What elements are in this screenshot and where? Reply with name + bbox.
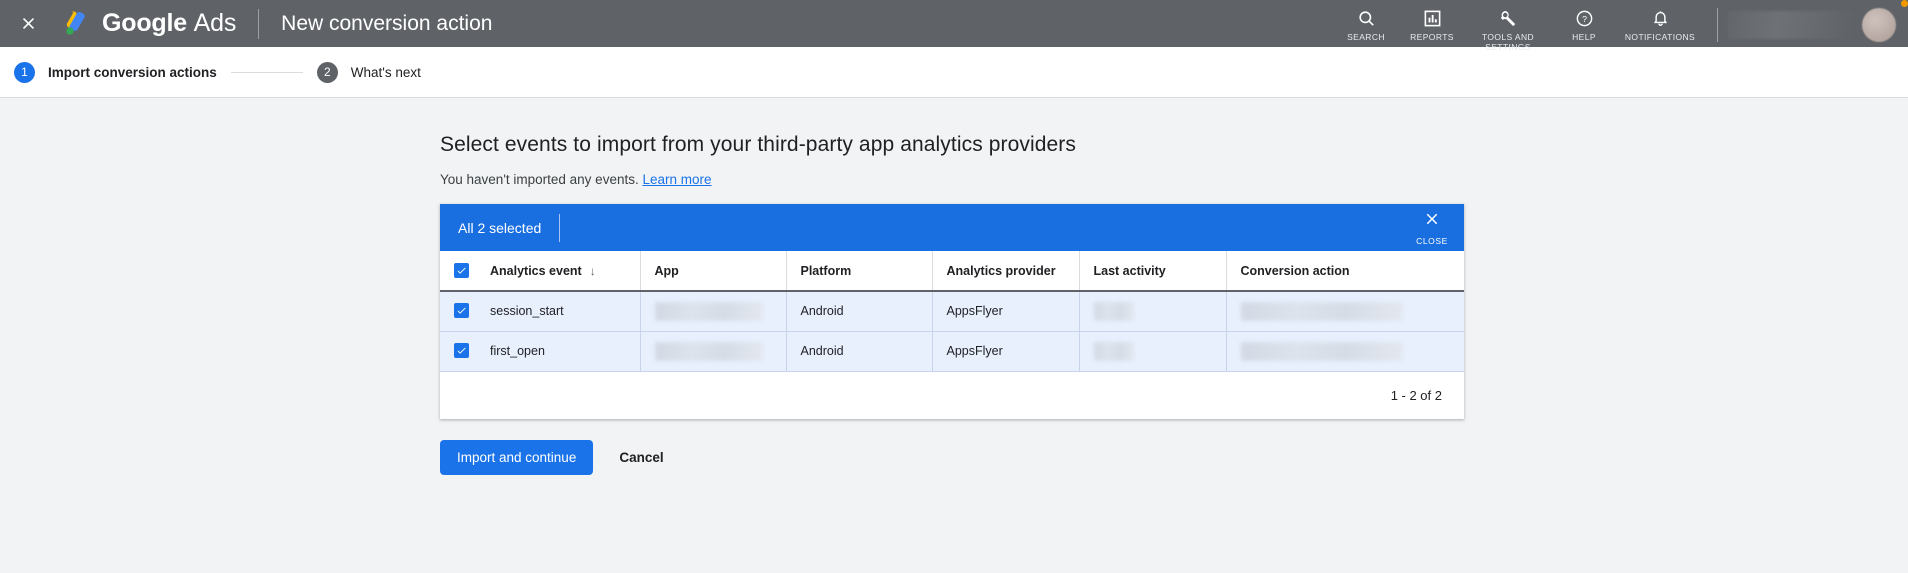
selection-close-button[interactable]: CLOSE [1400, 204, 1464, 251]
step-connector [231, 72, 303, 73]
notifications-button[interactable]: NOTIFICATIONS [1617, 3, 1703, 42]
form-actions: Import and continue Cancel [440, 440, 1908, 475]
brand-wordmark: Google Ads [102, 9, 236, 38]
search-label: SEARCH [1347, 32, 1385, 42]
table-row[interactable]: first_open Android AppsFlyer [440, 331, 1464, 371]
avatar[interactable] [1862, 8, 1896, 42]
search-icon [1357, 7, 1376, 29]
cell-last-activity [1079, 291, 1226, 331]
tools-and-settings-label: TOOLS AND SETTINGS [1482, 32, 1534, 52]
redacted-app-value [655, 302, 763, 321]
select-all-checkbox[interactable] [454, 263, 469, 278]
row-checkbox-cell [440, 331, 484, 371]
pagination-range: 1 - 2 of 2 [1391, 388, 1442, 403]
cell-conversion-action [1226, 291, 1464, 331]
cell-analytics-provider: AppsFlyer [932, 331, 1079, 371]
section-subtitle: You haven't imported any events. Learn m… [440, 172, 1908, 187]
step-1-import-conversion-actions[interactable]: 1 Import conversion actions [14, 62, 217, 83]
main-content: Select events to import from your third-… [0, 98, 1908, 573]
search-button[interactable]: SEARCH [1333, 3, 1399, 42]
redacted-last-activity-value [1094, 342, 1134, 361]
header-conversion-action[interactable]: Conversion action [1226, 251, 1464, 291]
section-heading: Select events to import from your third-… [440, 133, 1908, 157]
step-1-label: Import conversion actions [48, 65, 217, 80]
cell-platform: Android [786, 331, 932, 371]
status-dot [1901, 0, 1908, 7]
google-ads-mark-icon [62, 9, 92, 39]
topbar-divider [258, 9, 259, 39]
selection-bar-divider [559, 214, 560, 242]
cell-conversion-action [1226, 331, 1464, 371]
redacted-last-activity-value [1094, 302, 1134, 321]
subtitle-text: You haven't imported any events. [440, 172, 639, 187]
table-header-row: Analytics event ↓ App Platform Analytics … [440, 251, 1464, 291]
events-table-head: Analytics event ↓ App Platform Analytics … [440, 251, 1464, 291]
selection-close-label: CLOSE [1416, 236, 1448, 246]
help-label: HELP [1572, 32, 1596, 42]
step-1-number: 1 [14, 62, 35, 83]
table-row[interactable]: session_start Android AppsFlyer [440, 291, 1464, 331]
redacted-conversion-action-value [1241, 342, 1403, 361]
header-platform[interactable]: Platform [786, 251, 932, 291]
table-footer: 1 - 2 of 2 [440, 372, 1464, 419]
header-analytics-event[interactable]: Analytics event ↓ [484, 251, 640, 291]
cell-app [640, 291, 786, 331]
selection-bar: All 2 selected CLOSE [440, 204, 1464, 251]
notifications-icon [1651, 7, 1670, 29]
redacted-conversion-action-value [1241, 302, 1403, 321]
selection-count-label: All 2 selected [440, 220, 541, 236]
close-icon[interactable] [8, 4, 48, 44]
reports-icon [1423, 7, 1442, 29]
cell-app [640, 331, 786, 371]
reports-label: REPORTS [1410, 32, 1454, 42]
cell-analytics-event: first_open [484, 331, 640, 371]
topbar-actions: SEARCH REPORTS TOOLS AND SETTINGS [1333, 0, 1908, 47]
header-app[interactable]: App [640, 251, 786, 291]
header-analytics-provider[interactable]: Analytics provider [932, 251, 1079, 291]
step-2-whats-next[interactable]: 2 What's next [317, 62, 421, 83]
close-icon [1423, 210, 1441, 233]
step-2-number: 2 [317, 62, 338, 83]
row-checkbox[interactable] [454, 303, 469, 318]
cell-analytics-provider: AppsFlyer [932, 291, 1079, 331]
header-select-all-cell [440, 251, 484, 291]
redacted-app-value [655, 342, 763, 361]
notifications-label: NOTIFICATIONS [1625, 32, 1695, 42]
sort-descending-icon: ↓ [590, 264, 596, 278]
step-2-label: What's next [351, 65, 421, 80]
row-checkbox-cell [440, 291, 484, 331]
events-table-body: session_start Android AppsFlyer first_op… [440, 291, 1464, 371]
page-title: New conversion action [281, 12, 492, 36]
reports-button[interactable]: REPORTS [1399, 3, 1465, 42]
brand-google: Google [102, 9, 187, 37]
import-and-continue-button[interactable]: Import and continue [440, 440, 593, 475]
wizard-stepper: 1 Import conversion actions 2 What's nex… [0, 47, 1908, 98]
tools-and-settings-icon [1499, 7, 1518, 29]
google-ads-logo[interactable]: Google Ads [62, 9, 236, 39]
account-selector-redacted[interactable] [1728, 11, 1852, 39]
row-checkbox[interactable] [454, 343, 469, 358]
help-button[interactable]: ? HELP [1551, 3, 1617, 42]
header-last-activity[interactable]: Last activity [1079, 251, 1226, 291]
svg-text:?: ? [1582, 14, 1587, 24]
learn-more-link[interactable]: Learn more [642, 172, 711, 187]
cancel-button[interactable]: Cancel [613, 440, 669, 475]
help-icon: ? [1575, 7, 1594, 29]
events-card: All 2 selected CLOSE Analytic [440, 204, 1464, 419]
cell-last-activity [1079, 331, 1226, 371]
top-app-bar: Google Ads New conversion action SEARCH … [0, 0, 1908, 47]
header-analytics-event-label: Analytics event [490, 264, 582, 278]
cell-platform: Android [786, 291, 932, 331]
tools-and-settings-button[interactable]: TOOLS AND SETTINGS [1465, 3, 1551, 52]
events-table: Analytics event ↓ App Platform Analytics … [440, 251, 1464, 372]
brand-ads: Ads [194, 9, 236, 37]
cell-analytics-event: session_start [484, 291, 640, 331]
topbar-divider-2 [1717, 8, 1718, 42]
